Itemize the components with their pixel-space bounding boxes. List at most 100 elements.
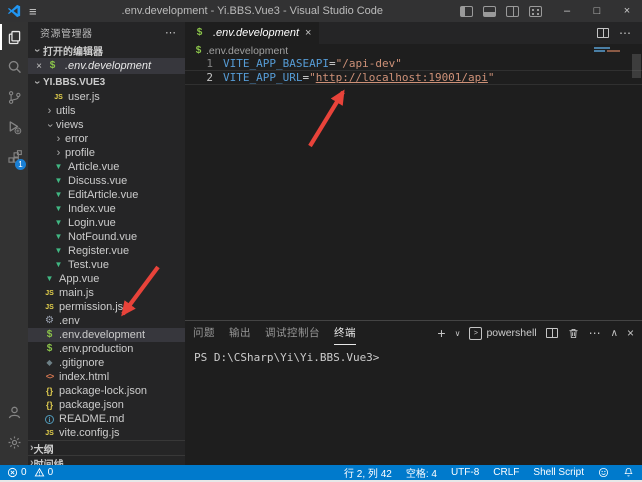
- status-item[interactable]: 空格: 4: [406, 465, 437, 480]
- chevron-right-icon: ›: [43, 106, 56, 117]
- tree-item-article-vue[interactable]: ▼Article.vue: [28, 160, 185, 174]
- tree-item-label: README.md: [59, 413, 124, 425]
- vue-file-icon: ▼: [52, 261, 65, 269]
- tree-item-label: .env.development: [59, 329, 145, 341]
- timeline-section[interactable]: › 时间线: [28, 455, 185, 465]
- tree-item-label: user.js: [68, 91, 100, 103]
- tree-item-label: profile: [65, 147, 95, 159]
- tree-item-readme-md[interactable]: iREADME.md: [28, 412, 185, 426]
- editor-scrollbar[interactable]: [632, 54, 641, 78]
- tree-item-discuss-vue[interactable]: ▼Discuss.vue: [28, 174, 185, 188]
- tree-item-views[interactable]: ›views: [28, 118, 185, 132]
- status-item[interactable]: Shell Script: [533, 467, 584, 478]
- close-panel-icon[interactable]: ×: [627, 326, 634, 340]
- activity-bar-extensions-icon[interactable]: 1: [0, 142, 28, 172]
- panel-tab-输出[interactable]: 输出: [229, 321, 251, 345]
- tree-item-user-js[interactable]: JSuser.js: [28, 90, 185, 104]
- code-editor[interactable]: 1VITE_APP_BASEAPI="/api-dev"2VITE_APP_UR…: [185, 57, 642, 85]
- error-count: 0: [21, 467, 27, 478]
- tree-item-package-json[interactable]: {}package.json: [28, 398, 185, 412]
- dollar-file-icon: $: [43, 330, 56, 340]
- tree-item-label: Register.vue: [68, 245, 129, 257]
- tree-item-editarticle-vue[interactable]: ▼EditArticle.vue: [28, 188, 185, 202]
- dollar-file-icon: $: [43, 344, 56, 354]
- code-token: ": [488, 71, 495, 84]
- menu-icon[interactable]: ≡: [29, 4, 37, 19]
- tree-item-label: error: [65, 133, 88, 145]
- tree-item-error[interactable]: ›error: [28, 132, 185, 146]
- tree-item-permission-js[interactable]: JSpermission.js: [28, 300, 185, 314]
- split-terminal-icon[interactable]: [546, 328, 558, 338]
- notifications-bell-icon[interactable]: [623, 467, 634, 478]
- panel-tab-问题[interactable]: 问题: [193, 321, 215, 345]
- project-header[interactable]: › YI.BBS.VUE3: [28, 74, 185, 90]
- kill-terminal-icon[interactable]: [567, 327, 580, 340]
- vue-file-icon: ▼: [52, 191, 65, 199]
- status-item[interactable]: UTF-8: [451, 467, 479, 478]
- tree-item--env-development[interactable]: $.env.development: [28, 328, 185, 342]
- tree-item-profile[interactable]: ›profile: [28, 146, 185, 160]
- editor-actions: ⋯: [597, 22, 642, 44]
- tree-item-app-vue[interactable]: ▼App.vue: [28, 272, 185, 286]
- line-number: 1: [185, 57, 223, 70]
- sidebar-title: 资源管理器: [40, 25, 165, 40]
- feedback-icon[interactable]: [598, 467, 609, 478]
- close-tab-icon[interactable]: ×: [305, 27, 311, 39]
- activity-bar-source-control-icon[interactable]: [0, 82, 28, 112]
- tree-item-label: package.json: [59, 399, 124, 411]
- tree-item-vite-config-js[interactable]: JSvite.config.js: [28, 426, 185, 440]
- tree-item-test-vue[interactable]: ▼Test.vue: [28, 258, 185, 272]
- terminal-shell-select[interactable]: > powershell: [469, 327, 536, 340]
- html-file-icon: <>: [43, 373, 56, 381]
- activity-bar-run-debug-icon[interactable]: [0, 112, 28, 142]
- split-editor-icon[interactable]: [597, 28, 609, 38]
- toggle-sidebar-icon[interactable]: [460, 6, 473, 17]
- breadcrumb[interactable]: $ .env.development: [185, 44, 642, 57]
- activity-bar-search-icon[interactable]: [0, 52, 28, 82]
- panel-tab-调试控制台[interactable]: 调试控制台: [265, 321, 320, 345]
- tree-item-index-vue[interactable]: ▼Index.vue: [28, 202, 185, 216]
- more-actions-icon[interactable]: ⋯: [165, 26, 177, 39]
- code-line-2[interactable]: 2VITE_APP_URL="http://localhost:19001/ap…: [185, 70, 642, 85]
- tree-item--env[interactable]: ⚙.env: [28, 314, 185, 328]
- terminal-dropdown-icon[interactable]: ∨: [455, 329, 461, 338]
- problems-status[interactable]: 0 0: [0, 467, 53, 478]
- open-editors-header[interactable]: › 打开的编辑器: [28, 42, 185, 58]
- open-editor-item[interactable]: × $ .env.development: [28, 58, 185, 74]
- activity-bar-settings-icon[interactable]: [0, 427, 28, 457]
- status-item[interactable]: 行 2, 列 42: [344, 465, 392, 480]
- tree-item-package-lock-json[interactable]: {}package-lock.json: [28, 384, 185, 398]
- new-terminal-icon[interactable]: +: [437, 325, 445, 341]
- tree-item-notfound-vue[interactable]: ▼NotFound.vue: [28, 230, 185, 244]
- tree-item--env-production[interactable]: $.env.production: [28, 342, 185, 356]
- maximize-button[interactable]: □: [582, 0, 612, 22]
- terminal-output[interactable]: PS D:\CSharp\Yi\Yi.BBS.Vue3>: [185, 345, 642, 364]
- more-actions-icon[interactable]: ⋯: [589, 326, 602, 340]
- activity-bar-explorer-icon[interactable]: [0, 22, 28, 52]
- toggle-secondary-sidebar-icon[interactable]: [506, 6, 519, 17]
- minimize-button[interactable]: –: [552, 0, 582, 22]
- chevron-right-icon: ›: [52, 148, 65, 159]
- tree-item-label: Article.vue: [68, 161, 119, 173]
- close-icon[interactable]: ×: [32, 61, 46, 72]
- customize-layout-icon[interactable]: [529, 6, 542, 17]
- maximize-panel-icon[interactable]: ∧: [611, 328, 618, 339]
- tree-item-register-vue[interactable]: ▼Register.vue: [28, 244, 185, 258]
- activity-bar-account-icon[interactable]: [0, 397, 28, 427]
- close-button[interactable]: ×: [612, 0, 642, 22]
- minimap[interactable]: [594, 47, 628, 53]
- tree-item-main-js[interactable]: JSmain.js: [28, 286, 185, 300]
- outline-section[interactable]: › 大纲: [28, 440, 185, 455]
- tree-item-login-vue[interactable]: ▼Login.vue: [28, 216, 185, 230]
- tree-item-index-html[interactable]: <>index.html: [28, 370, 185, 384]
- panel-tab-终端[interactable]: 终端: [334, 321, 356, 345]
- more-actions-icon[interactable]: ⋯: [619, 26, 632, 40]
- toggle-panel-icon[interactable]: [483, 6, 496, 17]
- tab-env-development[interactable]: $ .env.development ×: [185, 22, 320, 44]
- chevron-down-icon: ›: [44, 119, 55, 132]
- tree-item--gitignore[interactable]: ◆.gitignore: [28, 356, 185, 370]
- js-file-icon: JS: [43, 290, 56, 297]
- status-item[interactable]: CRLF: [493, 467, 519, 478]
- tree-item-utils[interactable]: ›utils: [28, 104, 185, 118]
- code-line-1[interactable]: 1VITE_APP_BASEAPI="/api-dev": [185, 57, 642, 70]
